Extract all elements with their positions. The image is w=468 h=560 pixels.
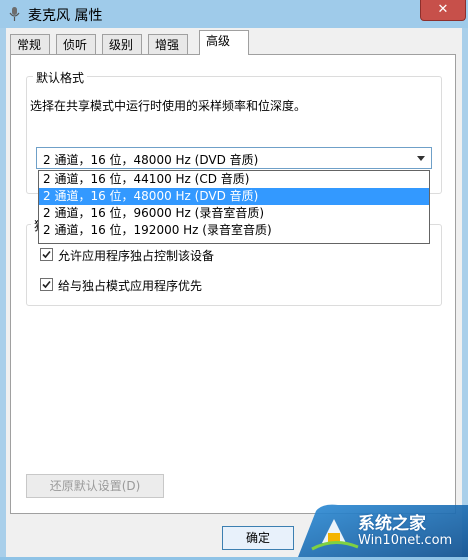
allow-exclusive-label[interactable]: 允许应用程序独占控制该设备: [58, 247, 214, 264]
tab-advanced[interactable]: 高级: [199, 30, 249, 55]
tab-listen[interactable]: 侦听: [56, 34, 96, 54]
format-description: 选择在共享模式中运行时使用的采样频率和位深度。: [30, 99, 307, 113]
close-icon: ✕: [437, 2, 449, 17]
watermark-url: Win10net.com: [358, 533, 453, 548]
microphone-icon: [9, 7, 20, 21]
title-bar[interactable]: 麦克风 属性 ✕: [0, 0, 468, 28]
default-format-label: 默认格式: [33, 69, 88, 86]
checkmark-icon: [42, 280, 51, 289]
format-option-44100[interactable]: 2 通道，16 位，44100 Hz (CD 音质): [39, 171, 429, 188]
sample-rate-combobox[interactable]: 2 通道，16 位，48000 Hz (DVD 音质): [36, 147, 432, 169]
sample-rate-dropdown-list: 2 通道，16 位，44100 Hz (CD 音质) 2 通道，16 位，480…: [38, 170, 430, 244]
window-title: 麦克风 属性: [28, 8, 103, 24]
allow-exclusive-checkbox[interactable]: [40, 248, 53, 261]
tab-levels[interactable]: 级别: [102, 34, 142, 54]
close-button[interactable]: ✕: [420, 0, 466, 21]
ok-button[interactable]: 确定: [222, 526, 294, 550]
format-option-96000[interactable]: 2 通道，16 位，96000 Hz (录音室音质): [39, 205, 429, 222]
exclusive-priority-label[interactable]: 给与独占模式应用程序优先: [58, 277, 202, 294]
checkmark-icon: [42, 250, 51, 259]
watermark-logo: 系统之家 Win10net.com: [298, 503, 468, 557]
tab-general[interactable]: 常规: [10, 34, 50, 54]
restore-defaults-button[interactable]: 还原默认设置(D): [26, 474, 164, 498]
selected-format: 2 通道，16 位，48000 Hz (DVD 音质): [43, 153, 259, 167]
format-option-192000[interactable]: 2 通道，16 位，192000 Hz (录音室音质): [39, 222, 429, 239]
tab-enhancements[interactable]: 增强: [148, 34, 188, 54]
properties-window: 麦克风 属性 ✕ 常规 侦听 级别 增强 高级 默认格式 选择在共享模式中运行时…: [0, 0, 468, 557]
format-option-48000[interactable]: 2 通道，16 位，48000 Hz (DVD 音质): [39, 188, 429, 205]
exclusive-priority-checkbox[interactable]: [40, 278, 53, 291]
chevron-down-icon[interactable]: [417, 156, 425, 161]
watermark-text: 系统之家: [358, 514, 426, 534]
